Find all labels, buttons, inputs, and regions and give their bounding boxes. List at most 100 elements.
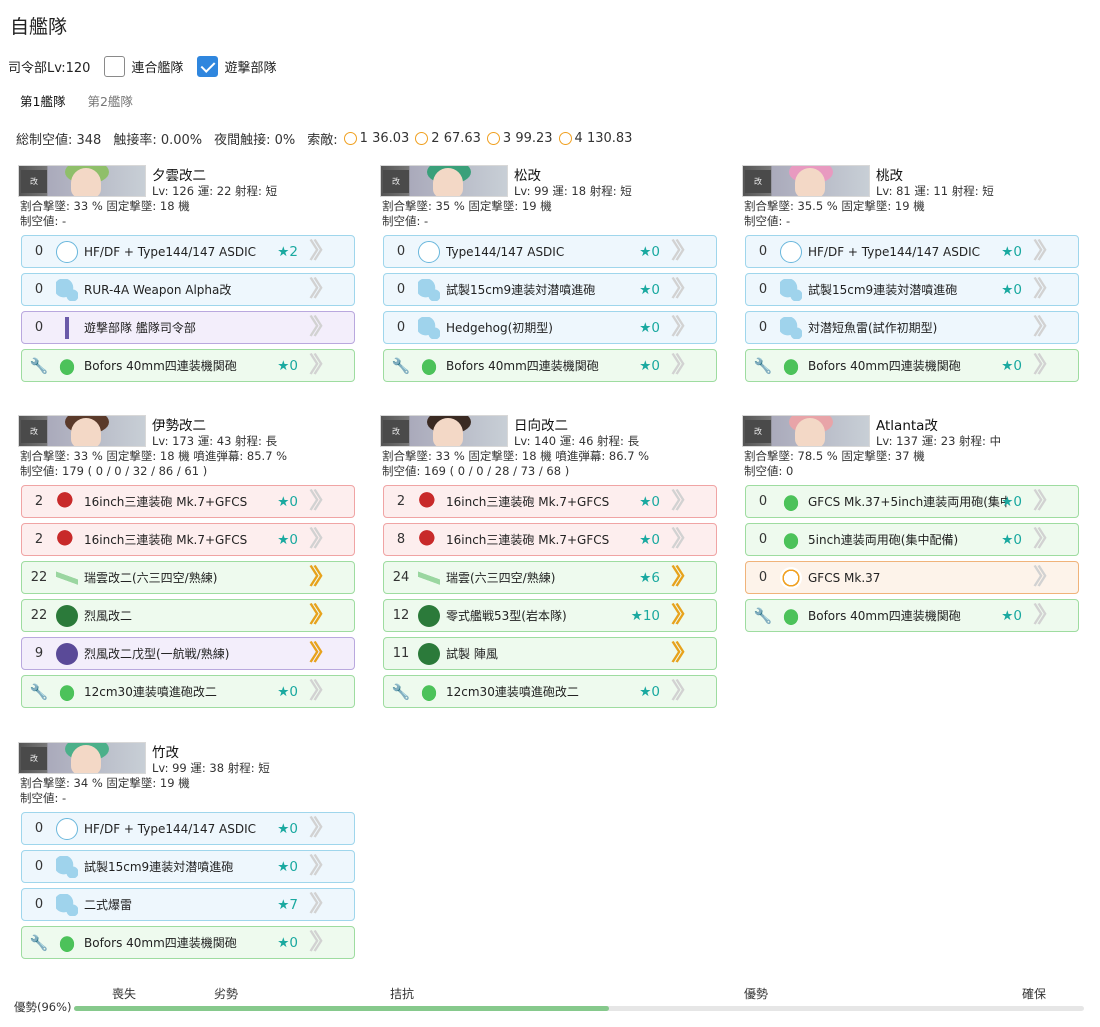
- proficiency-chevron-icon[interactable]: 〉〉: [1033, 605, 1059, 627]
- equipment-slot[interactable]: 🔧 12cm30連装噴進砲改二 ★0 〉〉: [21, 675, 355, 708]
- equipment-slot[interactable]: 0 試製15cm9連装対潜噴進砲 ★0 〉〉: [21, 850, 355, 883]
- proficiency-chevron-icon[interactable]: 〉〉: [309, 317, 335, 339]
- ship-banner-image[interactable]: 改: [18, 742, 146, 774]
- combined-fleet-label[interactable]: 連合艦隊: [131, 57, 183, 76]
- equipment-slot[interactable]: 🔧 Bofors 40mm四連装機関砲 ★0 〉〉: [745, 349, 1079, 382]
- equipment-slot[interactable]: 2 16inch三連装砲 Mk.7+GFCS ★0 〉〉: [21, 485, 355, 518]
- equip-name: Bofors 40mm四連装機関砲: [84, 936, 237, 950]
- equip-slot-count: 0: [758, 532, 768, 547]
- striking-force-label[interactable]: 遊撃部隊: [224, 57, 276, 76]
- proficiency-chevron-icon[interactable]: 〉〉: [671, 241, 697, 263]
- equipment-slot[interactable]: 8 16inch三連装砲 Mk.7+GFCS ★0 〉〉: [383, 523, 717, 556]
- proficiency-chevron-icon[interactable]: 〉〉: [671, 567, 697, 589]
- proficiency-chevron-icon[interactable]: 〉〉: [671, 491, 697, 513]
- equipment-slot[interactable]: 0 遊撃部隊 艦隊司令部 〉〉: [21, 311, 355, 344]
- proficiency-chevron-icon[interactable]: 〉〉: [671, 279, 697, 301]
- equipment-slot[interactable]: 2 16inch三連装砲 Mk.7+GFCS ★0 〉〉: [21, 523, 355, 556]
- wrench-icon[interactable]: 🔧: [22, 683, 56, 701]
- wrench-icon[interactable]: 🔧: [746, 607, 780, 625]
- equipment-slot[interactable]: 0 RUR-4A Weapon Alpha改 〉〉: [21, 273, 355, 306]
- proficiency-chevron-icon[interactable]: 〉〉: [1033, 491, 1059, 513]
- equipment-slot[interactable]: 0 Hedgehog(初期型) ★0 〉〉: [383, 311, 717, 344]
- proficiency-chevron-icon[interactable]: 〉〉: [1033, 241, 1059, 263]
- equipment-slot[interactable]: 0 HF/DF + Type144/147 ASDIC ★0 〉〉: [745, 235, 1079, 268]
- equipment-slot[interactable]: 0 Type144/147 ASDIC ★0 〉〉: [383, 235, 717, 268]
- proficiency-chevron-icon[interactable]: 〉〉: [309, 355, 335, 377]
- ship-banner-image[interactable]: 改: [380, 165, 508, 197]
- equipment-slot[interactable]: 0 GFCS Mk.37 〉〉: [745, 561, 1079, 594]
- proficiency-chevron-icon[interactable]: 〉〉: [309, 818, 335, 840]
- night-contact: 夜間触接: 0%: [214, 133, 296, 148]
- ship-banner-image[interactable]: 改: [742, 415, 870, 447]
- proficiency-chevron-icon[interactable]: 〉〉: [671, 529, 697, 551]
- equipment-slot[interactable]: 11 試製 陣風 〉〉: [383, 637, 717, 670]
- equipment-slot[interactable]: 0 試製15cm9連装対潜噴進砲 ★0 〉〉: [383, 273, 717, 306]
- equipment-slot[interactable]: 🔧 Bofors 40mm四連装機関砲 ★0 〉〉: [21, 926, 355, 959]
- proficiency-chevron-icon[interactable]: 〉〉: [309, 894, 335, 916]
- main-gun-icon: [56, 528, 78, 551]
- equip-name: 遊撃部隊 艦隊司令部: [84, 321, 196, 335]
- equipment-slot[interactable]: 🔧 12cm30連装噴進砲改二 ★0 〉〉: [383, 675, 717, 708]
- equipment-slot[interactable]: 24 瑞雲(六三四空/熟練) ★6 〉〉: [383, 561, 717, 594]
- ship-banner-image[interactable]: 改: [742, 165, 870, 197]
- proficiency-chevron-icon[interactable]: 〉〉: [671, 605, 697, 627]
- proficiency-chevron-icon[interactable]: 〉〉: [309, 567, 335, 589]
- ship-name: 松改: [514, 168, 541, 184]
- equipment-slot[interactable]: 🔧 Bofors 40mm四連装機関砲 ★0 〉〉: [21, 349, 355, 382]
- ship-face: [71, 418, 101, 446]
- striking-force-checkbox[interactable]: [197, 55, 219, 77]
- proficiency-chevron-icon[interactable]: 〉〉: [309, 491, 335, 513]
- equipment-slot[interactable]: 9 烈風改二戊型(一航戦/熟練) 〉〉: [21, 637, 355, 670]
- equipment-slot[interactable]: 🔧 Bofors 40mm四連装機関砲 ★0 〉〉: [383, 349, 717, 382]
- tab-fleet-2[interactable]: 第2艦隊: [87, 91, 132, 110]
- proficiency-chevron-icon[interactable]: 〉〉: [671, 317, 697, 339]
- equip-name: 試製 陣風: [446, 647, 498, 661]
- fleet-options: 司令部Lv:120 連合艦隊 遊撃部隊: [8, 55, 276, 77]
- proficiency-chevron-icon[interactable]: 〉〉: [309, 856, 335, 878]
- wrench-icon[interactable]: 🔧: [384, 357, 418, 375]
- proficiency-chevron-icon[interactable]: 〉〉: [309, 932, 335, 954]
- improvement-level: ★0: [639, 319, 660, 336]
- proficiency-chevron-icon[interactable]: 〉〉: [671, 355, 697, 377]
- proficiency-chevron-icon[interactable]: 〉〉: [309, 241, 335, 263]
- combined-fleet-checkbox[interactable]: [104, 55, 126, 77]
- proficiency-chevron-icon[interactable]: 〉〉: [309, 681, 335, 703]
- proficiency-chevron-icon[interactable]: 〉〉: [1033, 567, 1059, 589]
- proficiency-chevron-icon[interactable]: 〉〉: [309, 643, 335, 665]
- equipment-slot[interactable]: 0 GFCS Mk.37+5inch連装両用砲(集中配備) ★0 〉〉: [745, 485, 1079, 518]
- equipment-slot[interactable]: 0 二式爆雷 ★7 〉〉: [21, 888, 355, 921]
- equipment-slot[interactable]: 0 HF/DF + Type144/147 ASDIC ★0 〉〉: [21, 812, 355, 845]
- proficiency-chevron-icon[interactable]: 〉〉: [309, 279, 335, 301]
- improvement-level: ★0: [277, 531, 298, 548]
- proficiency-chevron-icon[interactable]: 〉〉: [671, 681, 697, 703]
- ship-header: 改 松改 Lv: 99 運: 18 射程: 短: [380, 165, 720, 199]
- equipment-slot[interactable]: 22 瑞雲改二(六三四空/熟練) 〉〉: [21, 561, 355, 594]
- ship-banner-image[interactable]: 改: [380, 415, 508, 447]
- proficiency-chevron-icon[interactable]: 〉〉: [671, 643, 697, 665]
- equipment-slot[interactable]: 22 烈風改二 〉〉: [21, 599, 355, 632]
- equipment-slot[interactable]: 🔧 Bofors 40mm四連装機関砲 ★0 〉〉: [745, 599, 1079, 632]
- tab-fleet-1[interactable]: 第1艦隊: [20, 91, 65, 110]
- proficiency-chevron-icon[interactable]: 〉〉: [309, 605, 335, 627]
- proficiency-chevron-icon[interactable]: 〉〉: [1033, 317, 1059, 339]
- equipment-slot[interactable]: 0 HF/DF + Type144/147 ASDIC ★2 〉〉: [21, 235, 355, 268]
- ship-type-tag: 改: [745, 170, 771, 193]
- proficiency-chevron-icon[interactable]: 〉〉: [309, 529, 335, 551]
- proficiency-chevron-icon[interactable]: 〉〉: [1033, 529, 1059, 551]
- ship-stats: Lv: 126 運: 22 射程: 短: [152, 184, 278, 198]
- proficiency-chevron-icon[interactable]: 〉〉: [1033, 355, 1059, 377]
- equipment-slot[interactable]: 12 零式艦戦53型(岩本隊) ★10 〉〉: [383, 599, 717, 632]
- ship-banner-image[interactable]: 改: [18, 165, 146, 197]
- equipment-slot[interactable]: 0 対潜短魚雷(試作初期型) 〉〉: [745, 311, 1079, 344]
- wrench-icon[interactable]: 🔧: [384, 683, 418, 701]
- equipment-slot[interactable]: 0 5inch連装両用砲(集中配備) ★0 〉〉: [745, 523, 1079, 556]
- equip-slot-count: 9: [34, 646, 44, 661]
- wrench-icon[interactable]: 🔧: [746, 357, 780, 375]
- equipment-slot[interactable]: 2 16inch三連装砲 Mk.7+GFCS ★0 〉〉: [383, 485, 717, 518]
- equipment-slot[interactable]: 0 試製15cm9連装対潜噴進砲 ★0 〉〉: [745, 273, 1079, 306]
- ship-banner-image[interactable]: 改: [18, 415, 146, 447]
- wrench-icon[interactable]: 🔧: [22, 934, 56, 952]
- proficiency-chevron-icon[interactable]: 〉〉: [1033, 279, 1059, 301]
- ship-name: 竹改: [152, 745, 179, 761]
- wrench-icon[interactable]: 🔧: [22, 357, 56, 375]
